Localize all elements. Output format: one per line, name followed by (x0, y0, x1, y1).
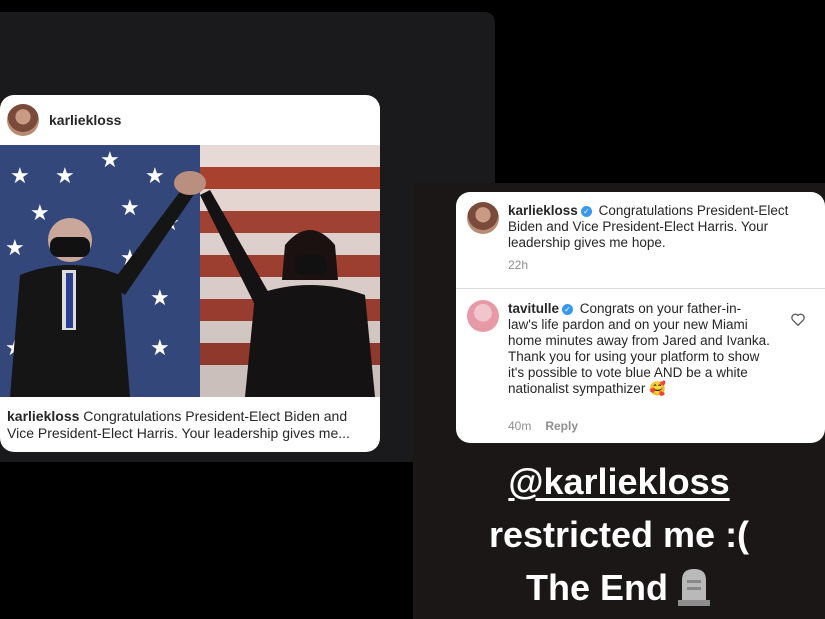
post-photo: ★★ ★★ ★★ ★★ ★★ ★★ (0, 145, 380, 397)
comment-username[interactable]: karliekloss (508, 203, 578, 218)
caption-username[interactable]: karliekloss (7, 408, 79, 424)
svg-text:★: ★ (145, 163, 165, 188)
post-caption: karliekloss Congratulations President-El… (7, 408, 375, 442)
comment-text: karliekloss ✓ Congratulations President-E… (508, 203, 808, 251)
story-line-restricted: restricted me :( (488, 514, 750, 555)
svg-text:★: ★ (5, 235, 25, 260)
comment-text: tavitulle ✓ Congrats on your father-in-la… (508, 301, 770, 397)
svg-text:★: ★ (55, 163, 75, 188)
divider (456, 288, 825, 289)
svg-text:★: ★ (100, 147, 120, 172)
verified-badge-icon: ✓ (580, 206, 592, 217)
story-text: @karliekloss restricted me :( The End (413, 455, 825, 614)
story-mention[interactable]: @karliekloss (413, 455, 825, 508)
reply-button[interactable]: Reply (545, 419, 578, 433)
verified-badge-icon: ✓ (562, 304, 574, 315)
svg-text:★: ★ (150, 335, 170, 360)
comment-username[interactable]: tavitulle (508, 301, 559, 316)
avatar[interactable] (467, 202, 499, 234)
story-line-end: The End (413, 561, 825, 614)
instagram-post-card: karliekloss ★★ ★★ ★★ ★★ ★★ ★★ (0, 95, 380, 452)
tombstone-icon (678, 569, 710, 606)
svg-text:★: ★ (150, 285, 170, 310)
comment-time: 22h (508, 258, 529, 272)
avatar[interactable] (467, 300, 499, 332)
post-header: karliekloss (0, 95, 380, 145)
svg-text:★: ★ (10, 163, 30, 188)
avatar[interactable] (7, 104, 39, 136)
svg-text:★: ★ (120, 195, 140, 220)
comment-time: 40m (508, 419, 532, 433)
comment-meta: 22h (508, 258, 528, 272)
comment-meta: 40m Reply (508, 419, 578, 433)
svg-text:★: ★ (30, 200, 50, 225)
comments-card: karliekloss ✓ Congratulations President-E… (456, 192, 825, 443)
heart-icon[interactable] (791, 313, 805, 326)
post-username[interactable]: karliekloss (49, 112, 121, 128)
story-end-label: The End (526, 567, 668, 608)
